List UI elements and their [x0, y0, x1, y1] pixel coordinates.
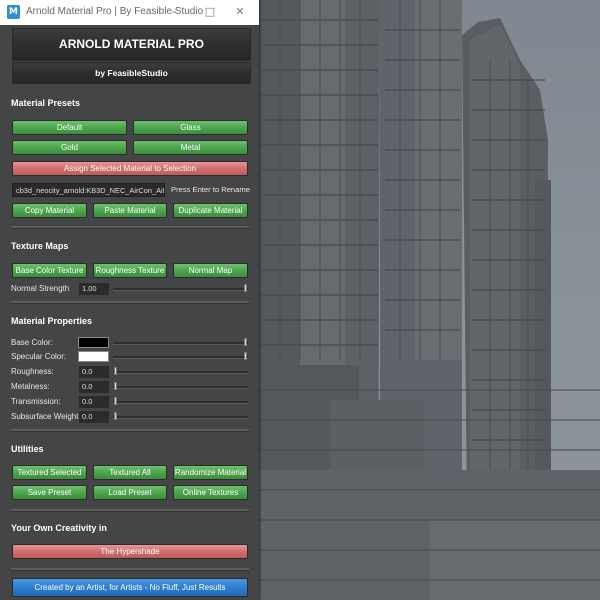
- material-name-field[interactable]: cb3d_neocity_arnold:KB3D_NEC_AirCon_AiMt…: [12, 183, 165, 197]
- duplicate-material-button[interactable]: Duplicate Material: [173, 203, 248, 218]
- transmission-slider[interactable]: [113, 401, 248, 404]
- section-divider: [11, 568, 249, 571]
- normal-strength-label: Normal Strength: [11, 284, 70, 293]
- arnold-material-pro-window: M Arnold Material Pro | By Feasible Stud…: [0, 0, 259, 600]
- footer-credits-button[interactable]: Created by an Artist, for Artists - No F…: [12, 578, 248, 597]
- specular-color-label: Specular Color:: [11, 352, 67, 361]
- metalness-field[interactable]: 0.0: [79, 381, 109, 393]
- base-color-label: Base Color:: [11, 338, 53, 347]
- preset-gold-button[interactable]: Gold: [12, 140, 127, 155]
- specular-color-slider-handle[interactable]: [244, 352, 247, 360]
- roughness-texture-button[interactable]: Roughness Texture: [93, 263, 167, 278]
- preset-default-button[interactable]: Default: [12, 120, 127, 135]
- specular-color-slider[interactable]: [113, 356, 248, 359]
- hypershade-button[interactable]: The Hypershade: [12, 544, 248, 559]
- normal-strength-slider-handle[interactable]: [244, 284, 247, 292]
- subsurface-weight-field[interactable]: 0.0: [79, 411, 109, 423]
- preset-glass-button[interactable]: Glass: [133, 120, 248, 135]
- metalness-slider[interactable]: [113, 386, 248, 389]
- tool-panel: ARNOLD MATERIAL PRO by FeasibleStudio Ma…: [0, 25, 259, 600]
- section-divider: [11, 509, 249, 512]
- metalness-slider-handle[interactable]: [114, 382, 117, 390]
- base-color-texture-button[interactable]: Base Color Texture: [12, 263, 87, 278]
- transmission-slider-handle[interactable]: [114, 397, 117, 405]
- assign-material-button[interactable]: Assign Selected Material to Selection: [12, 161, 248, 176]
- transmission-label: Transmission:: [11, 397, 61, 406]
- transmission-field[interactable]: 0.0: [79, 396, 109, 408]
- base-color-swatch[interactable]: [78, 337, 109, 348]
- copy-material-button[interactable]: Copy Material: [12, 203, 87, 218]
- app-icon: M: [7, 5, 20, 19]
- preset-metal-button[interactable]: Metal: [133, 140, 248, 155]
- section-heading-creativity: Your Own Creativity in: [11, 523, 107, 533]
- roughness-label: Roughness:: [11, 367, 54, 376]
- roughness-slider-handle[interactable]: [114, 367, 117, 375]
- subsurface-weight-slider-handle[interactable]: [114, 412, 117, 420]
- load-preset-button[interactable]: Load Preset: [93, 485, 167, 500]
- save-preset-button[interactable]: Save Preset: [12, 485, 87, 500]
- section-heading-utilities: Utilities: [11, 444, 44, 454]
- section-heading-texture-maps: Texture Maps: [11, 241, 69, 251]
- metalness-label: Metalness:: [11, 382, 50, 391]
- rename-hint-label: Press Enter to Rename: [171, 185, 250, 194]
- roughness-slider[interactable]: [113, 371, 248, 374]
- online-textures-button[interactable]: Online Textures: [173, 485, 248, 500]
- section-divider: [11, 429, 249, 432]
- roughness-field[interactable]: 0.0: [79, 366, 109, 378]
- minimize-icon[interactable]: –: [163, 4, 185, 20]
- normal-strength-field[interactable]: 1.00: [79, 283, 109, 295]
- subsurface-weight-slider[interactable]: [113, 416, 248, 419]
- subsurface-weight-label: Subsurface Weight: [11, 412, 79, 421]
- maximize-icon[interactable]: □: [199, 4, 221, 20]
- section-heading-material-properties: Material Properties: [11, 316, 93, 326]
- app-subtitle-banner: by FeasibleStudio: [12, 62, 251, 84]
- normal-strength-slider[interactable]: [113, 288, 248, 291]
- section-heading-material-presets: Material Presets: [11, 98, 81, 108]
- textured-all-button[interactable]: Textured All: [93, 465, 167, 480]
- base-color-slider-handle[interactable]: [244, 338, 247, 346]
- paste-material-button[interactable]: Paste Material: [93, 203, 167, 218]
- textured-selected-button[interactable]: Textured Selected: [12, 465, 87, 480]
- app-title-banner: ARNOLD MATERIAL PRO: [12, 28, 251, 61]
- section-divider: [11, 226, 249, 229]
- base-color-slider[interactable]: [113, 342, 248, 345]
- close-icon[interactable]: ✕: [229, 4, 251, 20]
- section-divider: [11, 301, 249, 304]
- specular-color-swatch[interactable]: [78, 351, 109, 362]
- normal-map-button[interactable]: Normal Map: [173, 263, 248, 278]
- window-titlebar[interactable]: M Arnold Material Pro | By Feasible Stud…: [0, 0, 259, 25]
- randomize-material-button[interactable]: Randomize Material: [173, 465, 248, 480]
